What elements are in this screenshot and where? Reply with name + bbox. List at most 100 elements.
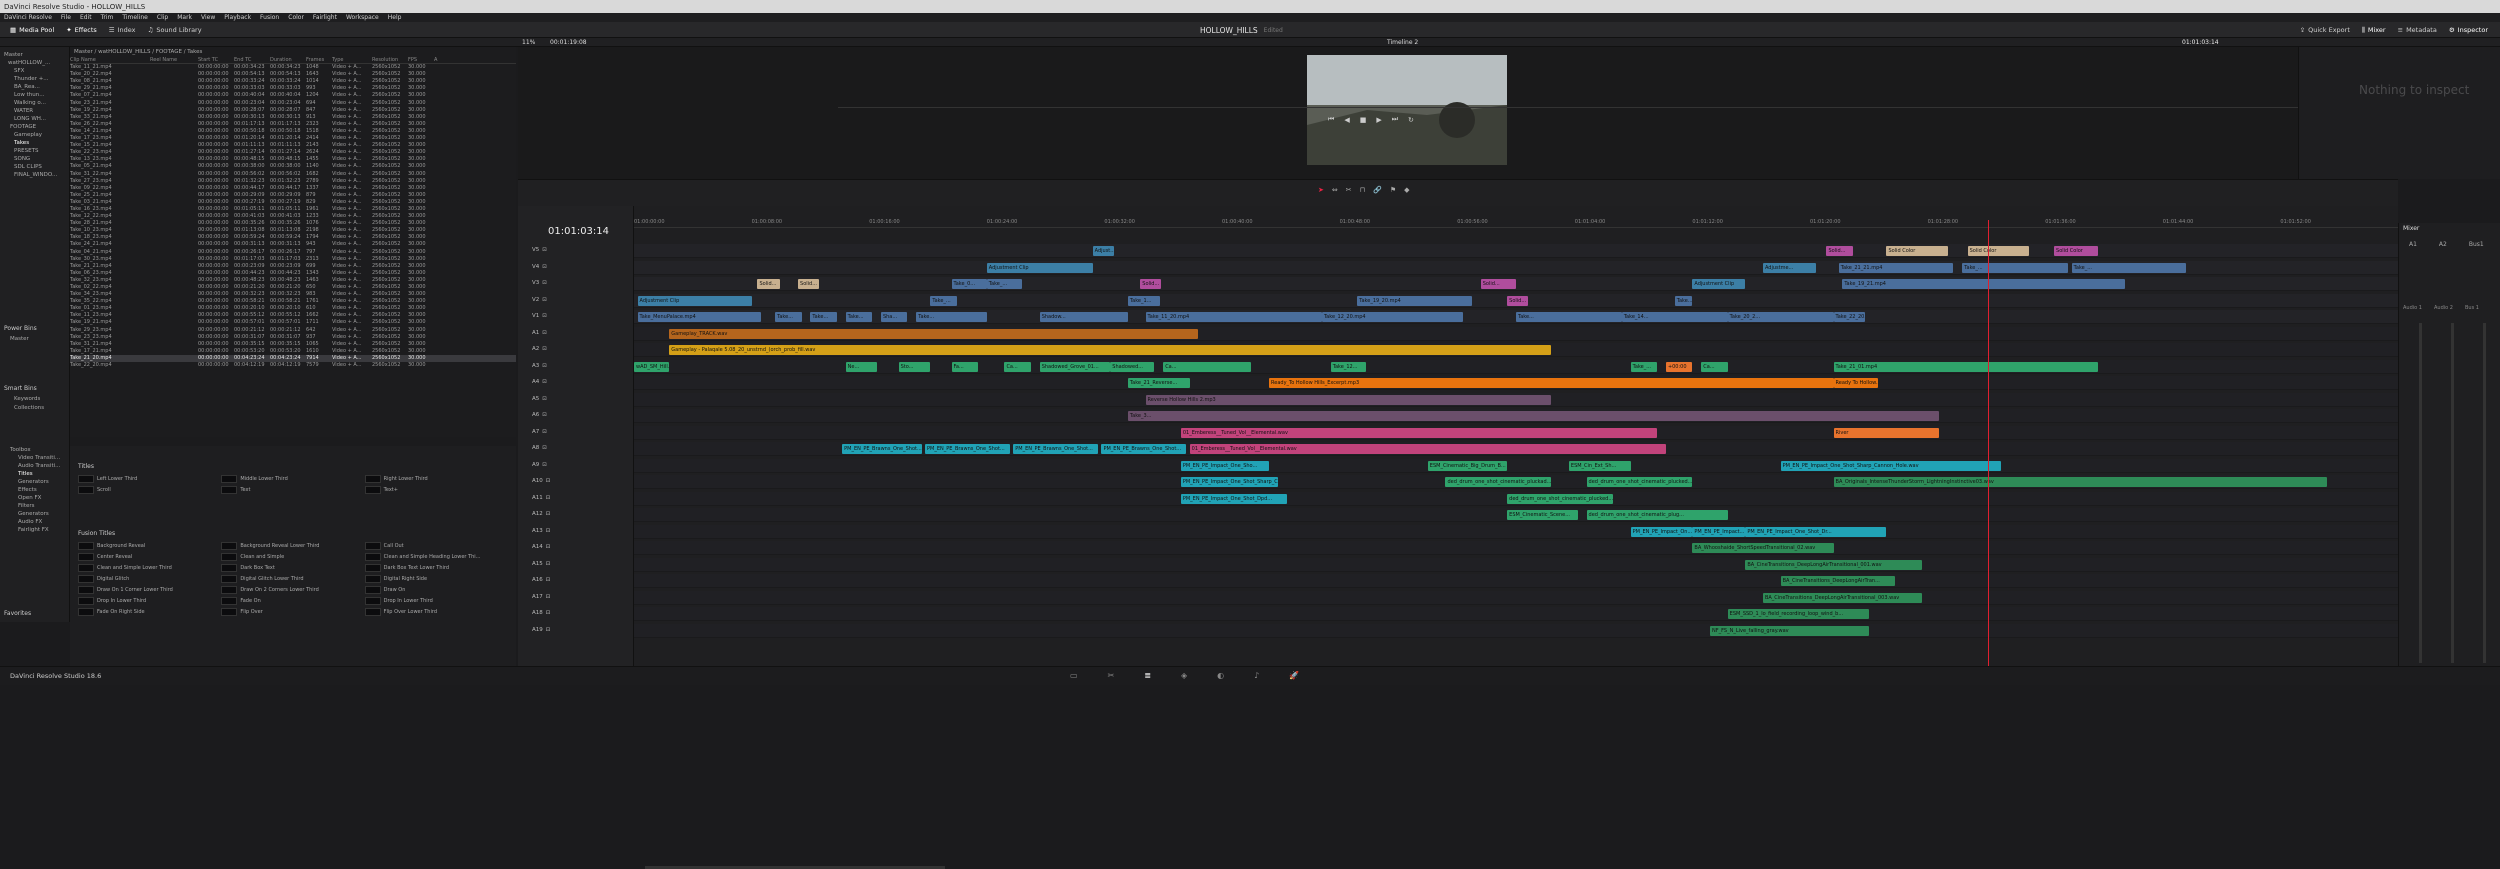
play-icon[interactable]: ▶ — [1376, 116, 1381, 124]
bin-item[interactable]: SFX — [4, 67, 69, 75]
lock-icon[interactable]: ⊡ — [546, 561, 551, 567]
media-row[interactable]: Take_03_21.mp4 00:00:00:00 00:00:27:19 00:0… — [70, 199, 516, 206]
lock-icon[interactable]: ⊡ — [542, 412, 547, 418]
media-row[interactable]: Take_04_21.mp4 00:00:00:00 00:00:26:17 00:0… — [70, 249, 516, 256]
timeline-clip[interactable]: Fa... — [951, 361, 978, 372]
bin-item[interactable]: SONG — [4, 155, 69, 163]
timeline-clip[interactable]: Take... — [810, 312, 837, 322]
effect-item[interactable]: Text+ — [364, 485, 508, 495]
menu-item[interactable]: Clip — [157, 14, 168, 21]
effect-item[interactable]: Draw On — [364, 585, 508, 595]
lock-icon[interactable]: ⊡ — [546, 544, 551, 550]
lock-icon[interactable]: ⊡ — [542, 313, 547, 319]
inspector-button[interactable]: ⚙ Inspector — [2443, 26, 2494, 34]
media-row[interactable]: Take_25_21.mp4 00:00:00:00 00:00:29:09 00:0… — [70, 192, 516, 199]
viewer-scrubber[interactable] — [838, 107, 2298, 108]
timeline-clip[interactable]: Sto... — [898, 361, 931, 372]
timeline-clip[interactable]: PM_EN_PE_Impact_One_Sho... — [1180, 460, 1270, 471]
track-header[interactable]: V2 ⊡ — [518, 294, 634, 306]
media-column-header[interactable]: FPS — [408, 57, 434, 63]
lock-icon[interactable]: ⊡ — [542, 379, 547, 385]
menu-item[interactable]: Mark — [177, 14, 192, 21]
effect-item[interactable]: Clean and Simple — [221, 552, 364, 562]
timeline-clip[interactable]: Take... — [1674, 295, 1693, 306]
media-row[interactable]: Take_22_20.mp4 00:00:00:00 00:04:12:19 00:0… — [70, 362, 516, 369]
effect-item[interactable]: Digital Glitch Lower Third — [221, 574, 364, 584]
timeline-clip[interactable]: Sha... — [880, 312, 908, 322]
toolbox-item[interactable]: Filters — [4, 502, 72, 510]
timeline-clip[interactable]: NF_FS_N_Live_falling_gray.wav — [1710, 625, 1869, 636]
media-row[interactable]: Take_18_23.mp4 00:00:00:00 00:00:59:24 00:0… — [70, 234, 516, 241]
media-row[interactable]: Take_27_23.mp4 00:00:00:00 00:01:32:23 00:0… — [70, 178, 516, 185]
timeline-clip[interactable]: Adjustme... — [1762, 262, 1816, 273]
timeline-clip[interactable]: ded_drum_one_shot_cinematic_plug... — [1586, 510, 1728, 520]
media-row[interactable]: Take_09_22.mp4 00:00:00:00 00:00:44:17 00:0… — [70, 185, 516, 192]
timeline-clip[interactable]: Ne... — [845, 361, 878, 372]
media-row[interactable]: Take_02_22.mp4 00:00:00:00 00:00:21:20 00:0… — [70, 284, 516, 291]
toolbox-item[interactable]: Video Transiti... — [4, 454, 72, 462]
timeline-clip[interactable]: Take_21_01.mp4 — [1833, 361, 2099, 372]
lock-icon[interactable]: ⊡ — [546, 610, 551, 616]
toolbox-item[interactable]: Generators — [4, 478, 72, 486]
snap-icon[interactable]: ⊓ — [1360, 186, 1365, 194]
index-button[interactable]: ☰ Index — [103, 26, 142, 34]
timeline-clip[interactable]: Shadowed... — [1110, 361, 1155, 372]
timeline-clip[interactable]: Solid... — [757, 279, 781, 289]
timeline-name[interactable]: Timeline 2 — [1387, 39, 1418, 46]
menu-item[interactable]: Playback — [224, 14, 251, 21]
timeline-clip[interactable]: Adjust... — [1092, 246, 1114, 256]
media-page-icon[interactable]: ▭ — [1070, 671, 1078, 680]
media-row[interactable]: Take_20_22.mp4 00:00:00:00 00:00:54:13 00:0… — [70, 71, 516, 78]
timeline-clip[interactable]: Take_1... — [1127, 295, 1160, 306]
lock-icon[interactable]: ⊡ — [542, 396, 547, 402]
quick-export-button[interactable]: ⇪ Quick Export — [2294, 26, 2356, 34]
menu-item[interactable]: DaVinci Resolve — [4, 14, 52, 21]
media-column-header[interactable]: Start TC — [198, 57, 234, 63]
effect-item[interactable]: Drop In Lower Third — [78, 596, 221, 606]
bin-item[interactable]: BA_Rea... — [4, 83, 69, 91]
timeline-clip[interactable]: PM_EN_PE_Impact_On... — [1630, 526, 1693, 537]
timeline-clip[interactable]: Take_20_2... — [1727, 312, 1834, 322]
timeline-clip[interactable]: BA_Originals_IntenseThunderStorm_Lightni… — [1833, 477, 2328, 487]
fader-a2[interactable] — [2451, 323, 2454, 663]
timeline-clip[interactable]: ESM_Cin_Ext_Sh... — [1568, 460, 1631, 471]
bin-item[interactable]: Low thun... — [4, 91, 69, 99]
bin-item[interactable]: Walking o... — [4, 99, 69, 107]
timeline-clip[interactable]: Take... — [775, 312, 802, 322]
effect-item[interactable]: Flip Over — [221, 607, 364, 617]
timeline-clip[interactable]: Take_... — [986, 279, 1023, 289]
lock-icon[interactable]: ⊡ — [546, 594, 551, 600]
timeline-clip[interactable]: Take... — [1516, 312, 1622, 322]
media-row[interactable]: Take_19_22.mp4 00:00:00:00 00:00:28:07 00:0… — [70, 107, 516, 114]
track-header[interactable]: A7 ⊡ — [518, 426, 634, 438]
timeline-clip[interactable]: Reverse Hollow Hills 2.mp3 — [1145, 394, 1552, 405]
timeline-clip[interactable]: PM_EN_PE_Impact_One_Shot_Sharp_Cannon_Ho… — [1780, 460, 2002, 471]
smart-bin-keywords[interactable]: Keywords — [14, 395, 40, 403]
media-row[interactable]: Take_08_21.mp4 00:00:00:00 00:00:33:24 00:0… — [70, 78, 516, 85]
track-header[interactable]: A15 ⊡ — [518, 558, 634, 570]
media-row[interactable]: Take_17_23.mp4 00:00:00:00 00:01:20:14 00:0… — [70, 135, 516, 142]
track-header[interactable]: A13 ⊡ — [518, 525, 634, 537]
lock-icon[interactable]: ⊡ — [542, 280, 547, 286]
timeline-clip[interactable]: Ready_To Hollow Hills_Excerpt.mp3 — [1269, 378, 1834, 388]
effect-item[interactable]: Flip Over Lower Third — [364, 607, 508, 617]
media-row[interactable]: Take_23_23.mp4 00:00:00:00 00:00:31:07 00:0… — [70, 334, 516, 341]
select-tool-icon[interactable]: ➤ — [1318, 186, 1324, 194]
media-row[interactable]: Take_32_23.mp4 00:00:00:00 00:00:48:23 00:0… — [70, 277, 516, 284]
toolbox-item[interactable]: Open FX — [4, 494, 72, 502]
effect-item[interactable]: Digital Glitch — [78, 574, 221, 584]
menu-item[interactable]: Trim — [101, 14, 114, 21]
timeline-clip[interactable]: BA_CineTransitions_DeepLongAirTran... — [1780, 576, 1896, 586]
timeline-clip[interactable]: ded_drum_one_shot_cinematic_plucked... — [1586, 477, 1693, 487]
effect-item[interactable]: Dark Box Text — [221, 563, 364, 573]
jump-end-icon[interactable]: ⏭ — [1392, 115, 1398, 124]
menu-item[interactable]: File — [61, 14, 71, 21]
timeline-clip[interactable]: BA_CineTransitions_DeepLongAirTransition… — [1745, 559, 1922, 570]
link-icon[interactable]: 🔗 — [1373, 186, 1382, 194]
menu-item[interactable]: Help — [388, 14, 402, 21]
timeline-clip[interactable]: PM_EN_PE_Brawns_One_Shot... — [1101, 444, 1187, 454]
media-row[interactable]: Take_23_21.mp4 00:00:00:00 00:00:23:04 00:0… — [70, 100, 516, 107]
deliver-page-icon[interactable]: 🚀 — [1289, 671, 1299, 680]
timeline-clip[interactable]: PM_EN_PE_Brawns_One_Shot... — [925, 444, 1010, 454]
effect-item[interactable]: Middle Lower Third — [221, 474, 364, 484]
